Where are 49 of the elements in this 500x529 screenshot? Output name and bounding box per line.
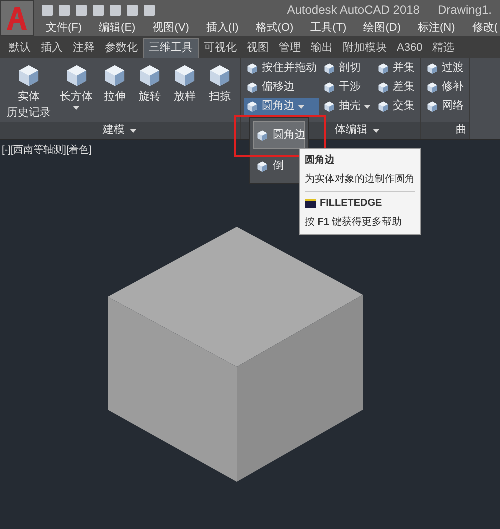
ribbon-button[interactable]: 实体 历史记录 [5, 60, 53, 120]
menu-item[interactable]: 绘图(D) [364, 20, 401, 36]
ribbon-button[interactable]: 交集 [375, 98, 417, 115]
menu-item[interactable]: 编辑(E) [99, 20, 136, 36]
ribbon-button[interactable]: 差集 [375, 79, 417, 96]
menu-item[interactable]: 格式(O) [256, 20, 294, 36]
ribbon-tab[interactable]: 三维工具 [143, 38, 199, 58]
ribbon-tab[interactable]: 注释 [68, 38, 100, 58]
ribbon-tab[interactable]: 默认 [4, 38, 36, 58]
ribbon-tab[interactable]: 视图 [242, 38, 274, 58]
document-title: Drawing1. [438, 2, 492, 19]
ribbon-tab[interactable]: 附加模块 [338, 38, 392, 58]
ribbon-button[interactable]: 抽壳 [321, 98, 373, 115]
tooltip-title: 圆角边 [305, 154, 336, 168]
ribbon-button[interactable]: 并集 [375, 60, 417, 77]
flyout-item[interactable]: 圆角边 [253, 121, 305, 149]
ribbon-button[interactable]: 剖切 [321, 60, 373, 77]
ribbon-tab[interactable]: 插入 [36, 38, 68, 58]
ribbon-tab[interactable]: 精选 [428, 38, 460, 58]
ribbon-button[interactable]: 按住并拖动 [244, 60, 319, 77]
ribbon-tab[interactable]: A360 [392, 38, 428, 58]
ribbon-tab[interactable]: 输出 [306, 38, 338, 58]
ribbon-tab[interactable]: 可视化 [199, 38, 242, 58]
ribbon-button[interactable]: 拉伸 [100, 60, 130, 104]
menu-item[interactable]: 工具(T) [310, 20, 347, 36]
ribbon-button[interactable]: 修补 [424, 79, 466, 96]
ribbon-tab[interactable]: 参数化 [100, 38, 143, 58]
menu-item[interactable]: 视图(V) [152, 20, 190, 36]
menu-item[interactable]: 修改( [472, 20, 498, 36]
command-name: FILLETEDGE [320, 197, 382, 211]
ribbon-button[interactable]: 过渡 [424, 60, 466, 77]
ribbon-button[interactable]: 扫掠 [205, 60, 235, 104]
ribbon-button[interactable]: 长方体 [58, 60, 95, 110]
menu-item[interactable]: 标注(N) [418, 20, 456, 36]
app-title: Autodesk AutoCAD 2018 [287, 2, 420, 19]
ribbon-button[interactable]: 放样 [170, 60, 200, 104]
help-hint: 按 F1 键获得更多帮助 [305, 216, 404, 230]
ribbon-button[interactable]: 旋转 [135, 60, 165, 104]
panel-title[interactable]: 建模 [103, 122, 125, 139]
ribbon-tab[interactable]: 管理 [274, 38, 306, 58]
tooltip-description: 为实体对象的边制作圆角 [305, 172, 415, 187]
panel-title[interactable]: 体编辑 [335, 122, 368, 139]
ribbon-button[interactable]: 偏移边 [244, 79, 319, 96]
ribbon-button[interactable]: 圆角边 [244, 98, 319, 115]
viewport-label[interactable]: [-][西南等轴测][着色] [2, 143, 92, 158]
ribbon-button[interactable]: 干涉 [321, 79, 373, 96]
menu-item[interactable]: 文件(F) [46, 20, 82, 36]
ribbon-button[interactable]: 网络 [424, 98, 466, 115]
menu-item[interactable]: 插入(I) [206, 20, 239, 36]
